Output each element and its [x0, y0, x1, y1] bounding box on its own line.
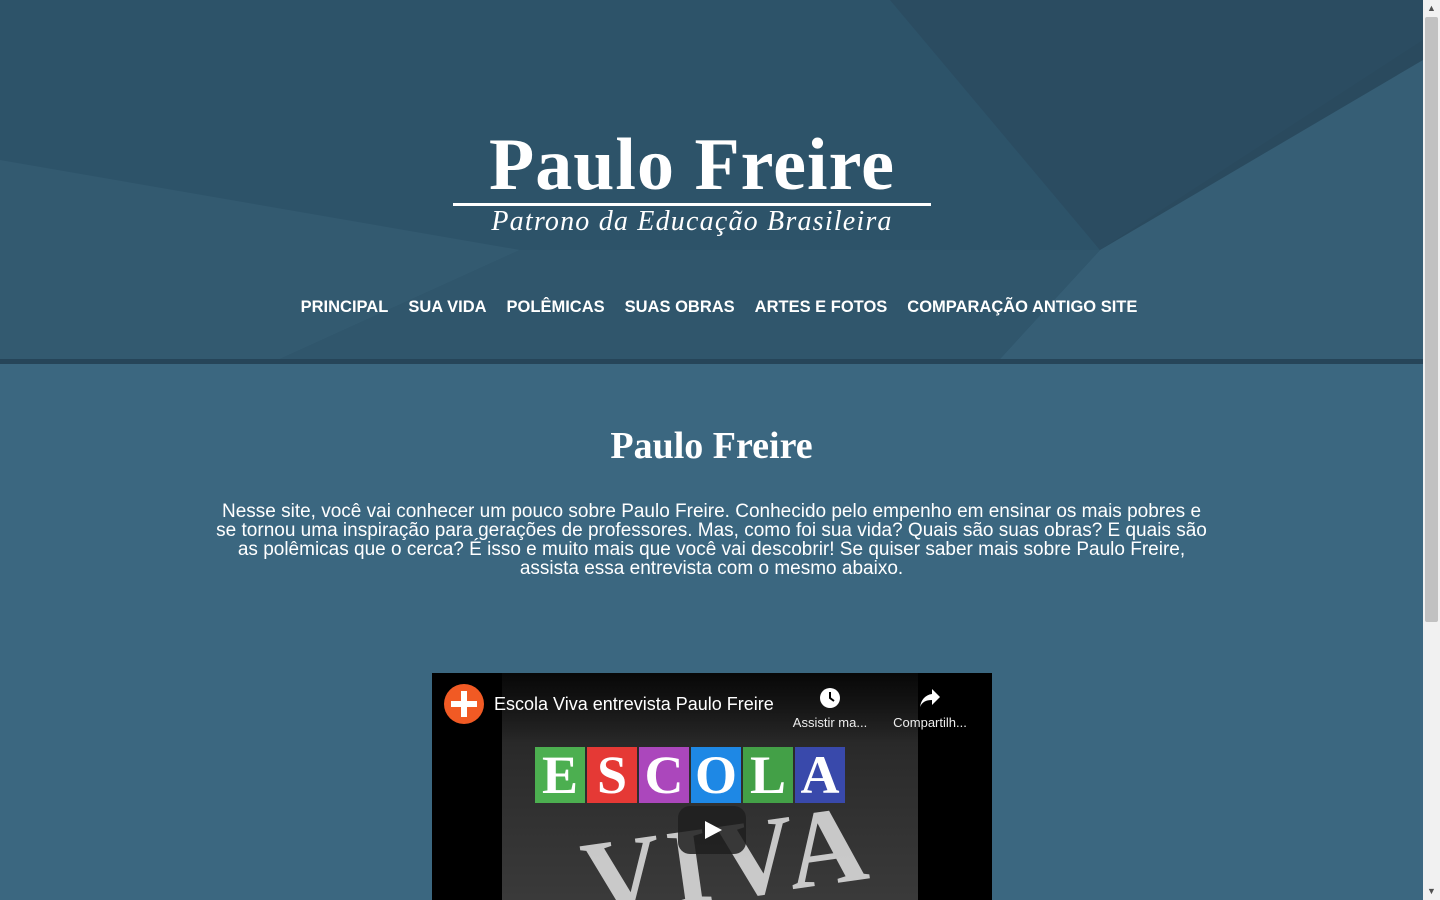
scroll-down-arrow-icon[interactable]: ▼ — [1423, 883, 1440, 900]
page-title: Paulo Freire — [610, 425, 813, 467]
watch-later-button[interactable]: Assistir ma... — [785, 683, 875, 730]
site-header: Paulo Freire Patrono da Educação Brasile… — [0, 0, 1423, 359]
intro-paragraph: Nesse site, você vai conhecer um pouco s… — [216, 501, 1207, 579]
escola-letter: E — [535, 747, 585, 803]
scroll-up-arrow-icon[interactable]: ▲ — [1423, 0, 1440, 17]
logo-subtitle: Patrono da Educação Brasileira — [491, 206, 893, 237]
header-divider — [0, 359, 1423, 364]
share-label: Compartilh... — [893, 715, 967, 730]
video-title[interactable]: Escola Viva entrevista Paulo Freire — [494, 694, 774, 715]
nav-principal[interactable]: PRINCIPAL — [301, 298, 389, 317]
escola-letter: O — [691, 747, 741, 803]
watch-later-label: Assistir ma... — [792, 715, 868, 730]
page: Paulo Freire Patrono da Educação Brasile… — [0, 0, 1423, 900]
nav-sua-vida[interactable]: SUA VIDA — [408, 298, 486, 317]
escola-letter: C — [639, 747, 689, 803]
video-player[interactable]: E S C O L A VIVA Escola Viva entrevista … — [432, 673, 992, 900]
scroll-thumb[interactable] — [1425, 17, 1438, 622]
play-button[interactable] — [678, 806, 746, 854]
site-logo[interactable]: Paulo Freire Patrono da Educação Brasile… — [452, 128, 932, 238]
nav-artes-e-fotos[interactable]: ARTES E FOTOS — [755, 298, 888, 317]
logo-title: Paulo Freire — [489, 124, 895, 206]
nav-polemicas[interactable]: POLÊMICAS — [507, 298, 605, 317]
channel-logo-icon[interactable] — [444, 684, 484, 724]
escola-letter: S — [587, 747, 637, 803]
clock-icon — [785, 683, 875, 713]
nav-comparacao-antigo-site[interactable]: COMPARAÇÃO ANTIGO SITE — [907, 298, 1137, 317]
scrollbar[interactable]: ▲ ▼ — [1423, 0, 1440, 900]
share-icon — [885, 683, 975, 713]
nav-suas-obras[interactable]: SUAS OBRAS — [625, 298, 735, 317]
main-nav: PRINCIPAL SUA VIDA POLÊMICAS SUAS OBRAS … — [0, 298, 1423, 317]
share-button[interactable]: Compartilh... — [885, 683, 975, 730]
